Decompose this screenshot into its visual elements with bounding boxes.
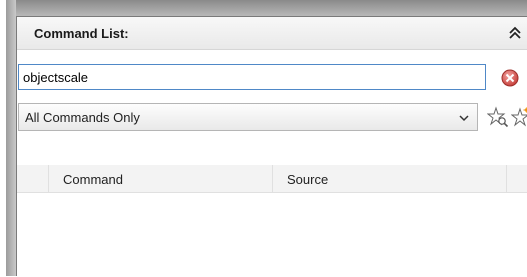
command-filter-select[interactable]: All Commands Only (18, 103, 478, 131)
command-list-panel: Command List: All (16, 16, 527, 277)
window-shadow-left (6, 0, 16, 276)
column-header-indicator[interactable] (17, 165, 49, 192)
column-header-command[interactable]: Command (49, 165, 273, 192)
command-table: Command Source (17, 165, 527, 277)
search-input[interactable] (18, 64, 486, 90)
window-shadow-top (6, 0, 527, 16)
panel-header[interactable]: Command List: (17, 17, 527, 50)
panel-title: Command List: (34, 26, 129, 41)
clear-circle-icon[interactable] (501, 69, 519, 87)
star-search-icon[interactable] (487, 106, 509, 128)
table-header: Command Source (17, 165, 527, 193)
double-chevron-up-icon[interactable] (508, 26, 522, 40)
chevron-down-icon (459, 115, 469, 122)
filter-selected-label: All Commands Only (25, 110, 140, 125)
command-list-window: Command List: All (0, 0, 527, 277)
search-row (17, 64, 527, 92)
filter-row: All Commands Only (17, 103, 527, 133)
table-body[interactable] (17, 193, 527, 277)
star-new-icon[interactable] (511, 105, 527, 127)
column-label-source: Source (287, 172, 329, 187)
column-header-source[interactable]: Source (273, 165, 507, 192)
column-label-command: Command (63, 172, 123, 187)
